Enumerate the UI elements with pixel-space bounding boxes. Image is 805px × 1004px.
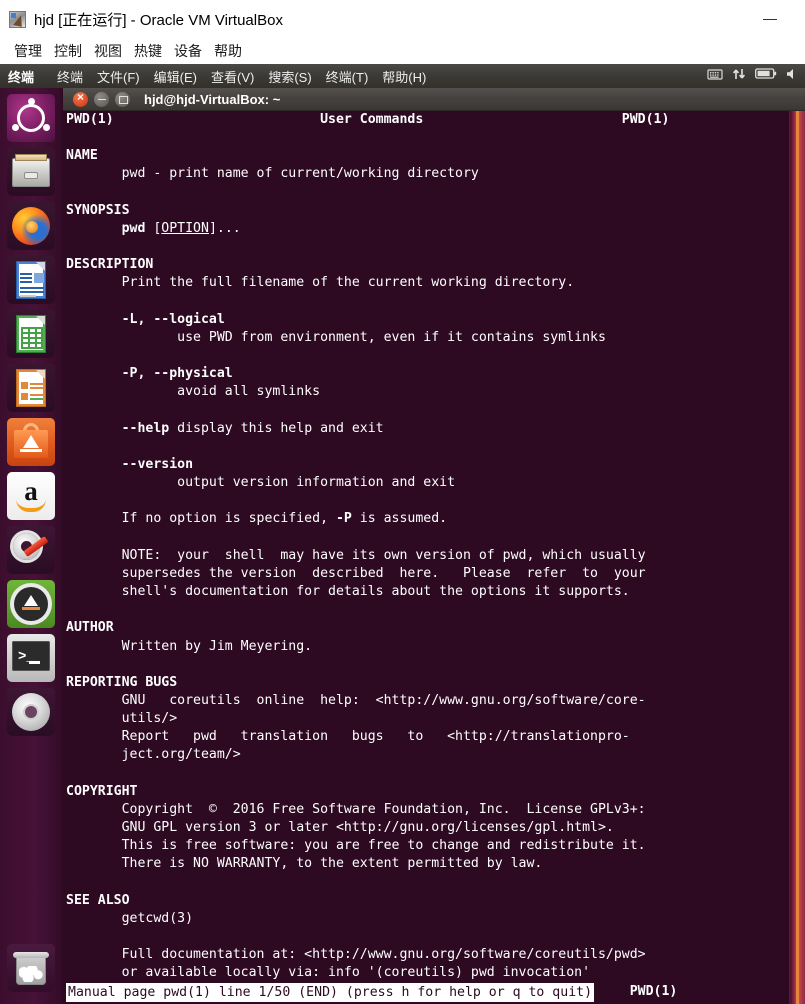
terminal-title: hjd@hjd-VirtualBox: ~	[144, 91, 281, 107]
unity-top-panel: 终端 终端 文件(F) 编辑(E) 查看(V) 搜索(S) 终端(T) 帮助(H…	[0, 64, 805, 88]
panel-menu-terminal2[interactable]: 终端(T)	[319, 67, 376, 86]
virtualbox-icon	[9, 10, 26, 28]
launcher-item-libreoffice-writer[interactable]	[7, 256, 55, 304]
vbox-menu-devices[interactable]: 设备	[168, 39, 208, 63]
launcher-item-amazon[interactable]: a	[7, 472, 55, 520]
panel-menu-file[interactable]: 文件(F)	[90, 67, 147, 86]
screen: hjd [正在运行] - Oracle VM VirtualBox 管理 控制 …	[0, 0, 805, 1004]
launcher-item-trash[interactable]	[7, 944, 55, 992]
launcher-item-ubuntu-dash[interactable]	[7, 94, 55, 142]
vbox-menu-manage[interactable]: 管理	[8, 39, 48, 63]
vbox-menu-help[interactable]: 帮助	[208, 39, 248, 63]
vbox-window-title: hjd [正在运行] - Oracle VM VirtualBox	[34, 11, 283, 29]
panel-menu-help[interactable]: 帮助(H)	[375, 67, 433, 86]
launcher-item-disc[interactable]	[7, 688, 55, 736]
terminal-window: hjd@hjd-VirtualBox: ~ PWD(1) User Comman…	[63, 88, 805, 1004]
launcher-item-ubuntu-software[interactable]	[7, 418, 55, 466]
less-status-line: Manual page pwd(1) line 1/50 (END) (pres…	[66, 983, 595, 1002]
launcher-item-firefox[interactable]	[7, 202, 55, 250]
terminal-scrollbar[interactable]	[789, 111, 805, 1004]
scrollbar-thumb[interactable]	[796, 111, 799, 1004]
launcher-item-libreoffice-impress[interactable]	[7, 364, 55, 412]
unity-launcher: a >_	[0, 88, 62, 1004]
battery-icon[interactable]	[755, 67, 777, 85]
launcher-item-system-settings[interactable]	[7, 526, 55, 574]
vbox-menubar: 管理 控制 视图 热键 设备 帮助	[0, 38, 805, 64]
panel-indicators	[707, 64, 803, 88]
launcher-item-files[interactable]	[7, 148, 55, 196]
minimize-icon[interactable]	[94, 91, 109, 107]
vbox-menu-view[interactable]: 视图	[88, 39, 128, 63]
volume-icon[interactable]	[786, 67, 799, 86]
keyboard-icon[interactable]	[707, 67, 723, 86]
vbox-titlebar: hjd [正在运行] - Oracle VM VirtualBox	[0, 0, 805, 38]
terminal-output: PWD(1) User Commands PWD(1) NAME pwd - p…	[66, 112, 678, 1004]
terminal-body[interactable]: PWD(1) User Commands PWD(1) NAME pwd - p…	[63, 111, 805, 1004]
maximize-icon[interactable]	[115, 91, 130, 107]
guest-desktop: 终端 终端 文件(F) 编辑(E) 查看(V) 搜索(S) 终端(T) 帮助(H…	[0, 64, 805, 1004]
panel-menubar: 终端 文件(F) 编辑(E) 查看(V) 搜索(S) 终端(T) 帮助(H)	[50, 67, 433, 86]
launcher-item-software-updater[interactable]	[7, 580, 55, 628]
panel-menu-edit[interactable]: 编辑(E)	[147, 67, 204, 86]
launcher-item-libreoffice-calc[interactable]	[7, 310, 55, 358]
panel-menu-terminal[interactable]: 终端	[50, 67, 90, 86]
panel-app-name: 终端	[8, 69, 35, 85]
vbox-menu-hotkeys[interactable]: 热键	[128, 39, 168, 63]
launcher-item-terminal[interactable]: >_	[7, 634, 55, 682]
network-icon[interactable]	[732, 66, 746, 87]
minimize-button[interactable]	[763, 12, 777, 26]
panel-menu-search[interactable]: 搜索(S)	[261, 67, 318, 86]
close-icon[interactable]	[73, 90, 88, 107]
terminal-titlebar[interactable]: hjd@hjd-VirtualBox: ~	[63, 88, 805, 111]
vbox-menu-control[interactable]: 控制	[48, 39, 88, 63]
panel-menu-view[interactable]: 查看(V)	[204, 67, 261, 86]
